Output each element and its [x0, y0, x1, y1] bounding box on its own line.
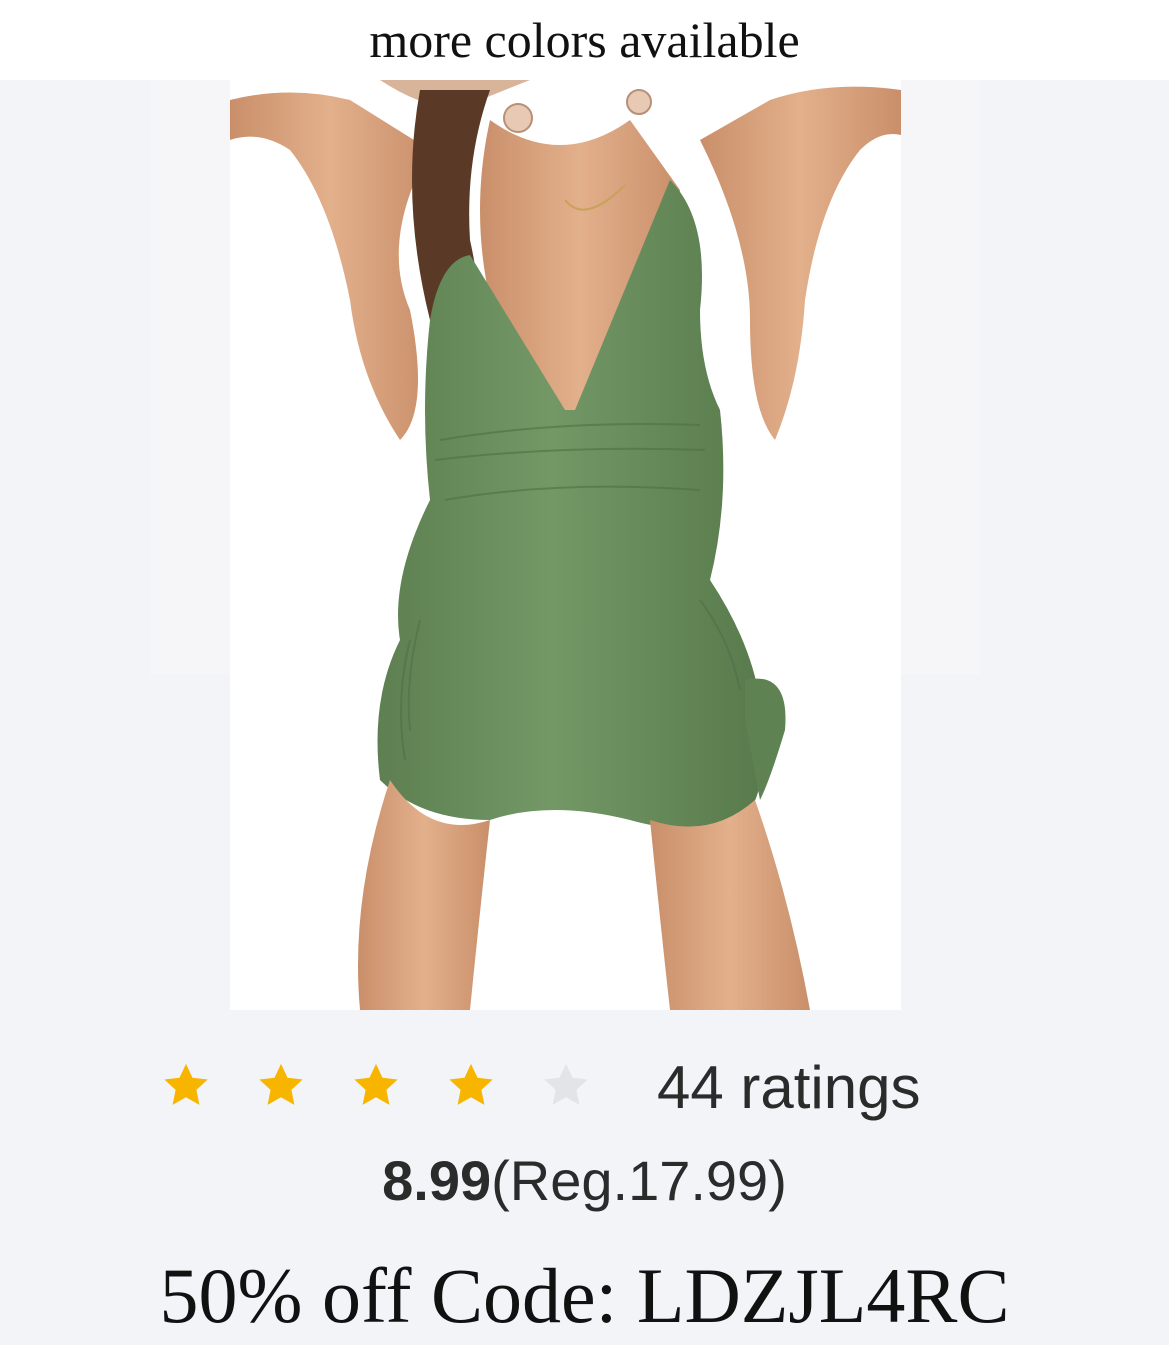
regular-price: (Reg.17.99) [491, 1149, 787, 1212]
promo-code: 50% off Code: LDZJL4RC [159, 1252, 1010, 1339]
ratings-count[interactable]: 44 ratings [657, 1053, 921, 1123]
earring-left [503, 103, 533, 133]
earring-right [626, 89, 652, 115]
star-filled-icon [164, 1063, 208, 1105]
star-filled-icon [354, 1063, 398, 1105]
rating-row: 44 ratings [160, 1045, 1010, 1125]
product-illustration [230, 80, 901, 1010]
sale-price: 8.99 [382, 1149, 492, 1212]
product-image[interactable] [230, 80, 901, 1010]
page-title: more colors available [369, 12, 800, 68]
right-arm [700, 86, 901, 441]
price-row: 8.99(Reg.17.99) [0, 1148, 1169, 1214]
star-filled-icon [449, 1063, 493, 1105]
star-filled-icon [259, 1063, 303, 1105]
left-arm [230, 92, 430, 440]
right-leg [650, 800, 810, 1010]
star-empty-icon [544, 1063, 588, 1105]
